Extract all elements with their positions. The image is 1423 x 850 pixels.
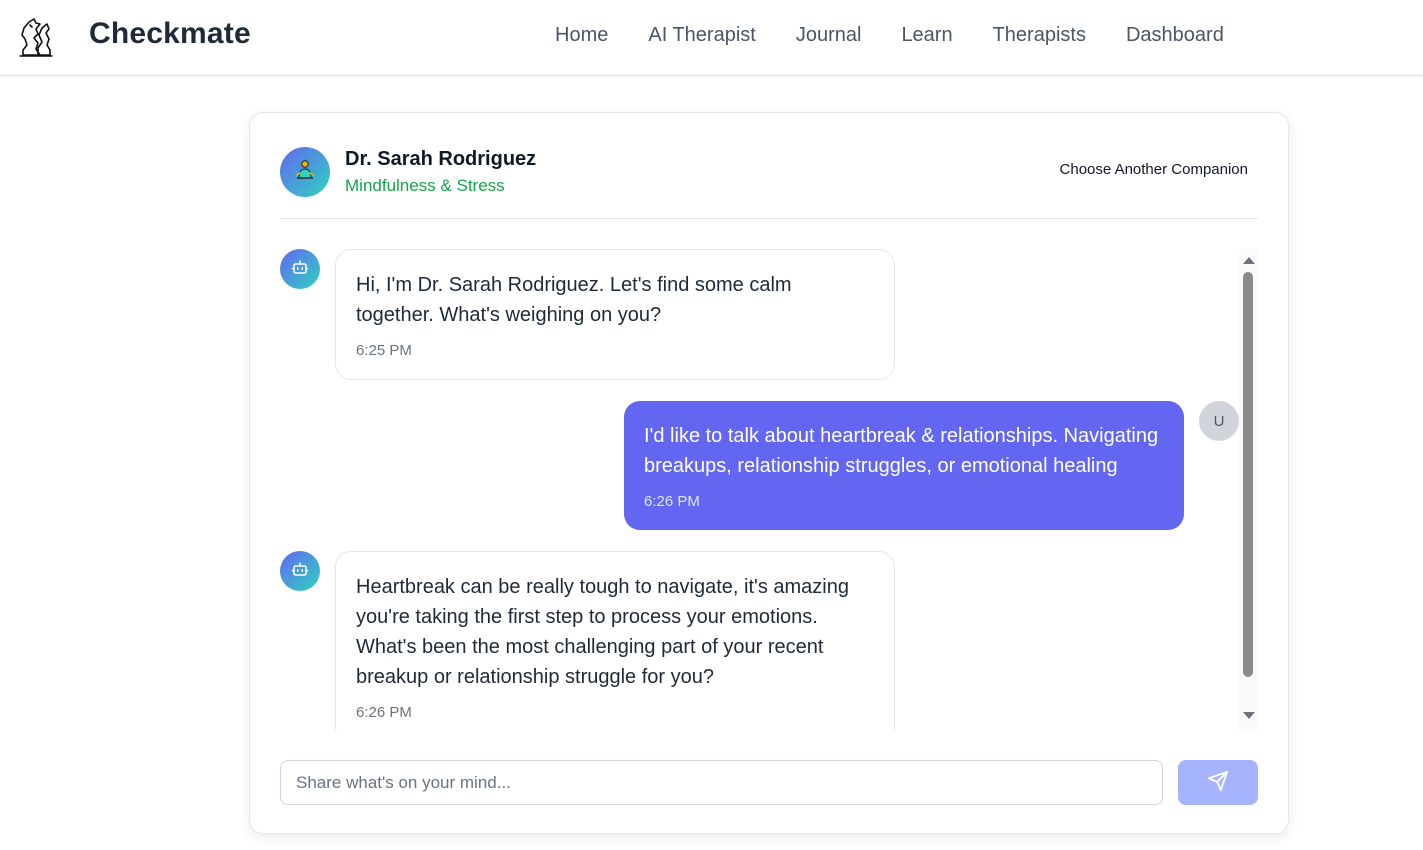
- nav-dashboard[interactable]: Dashboard: [1126, 24, 1224, 47]
- robot-icon: [291, 258, 309, 281]
- message-list[interactable]: Hi, I'm Dr. Sarah Rodriguez. Let's find …: [280, 249, 1258, 731]
- message-scrollbar[interactable]: [1239, 249, 1258, 731]
- send-icon: [1207, 770, 1229, 795]
- message-time: 6:25 PM: [356, 342, 412, 359]
- message-text: I'd like to talk about heartbreak & rela…: [644, 425, 1159, 477]
- robot-icon: [291, 560, 309, 583]
- companion-avatar: [280, 147, 330, 197]
- message-time: 6:26 PM: [644, 493, 700, 510]
- chat-card: Dr. Sarah Rodriguez Mindfulness & Stress…: [249, 112, 1289, 834]
- nav-home[interactable]: Home: [555, 24, 608, 47]
- message-text: Hi, I'm Dr. Sarah Rodriguez. Let's find …: [356, 274, 792, 326]
- user-avatar: U: [1199, 401, 1239, 441]
- bot-message: Heartbreak can be really tough to naviga…: [335, 551, 895, 731]
- nav-therapists[interactable]: Therapists: [993, 24, 1086, 47]
- brand-name[interactable]: Checkmate: [89, 17, 251, 51]
- companion-name: Dr. Sarah Rodriguez: [345, 148, 537, 170]
- message-input[interactable]: [280, 760, 1163, 805]
- meditation-icon: [293, 158, 317, 187]
- nav-learn[interactable]: Learn: [901, 24, 952, 47]
- scroll-down-arrow-icon[interactable]: [1243, 712, 1255, 719]
- bot-avatar: [280, 249, 320, 289]
- message-time: 6:26 PM: [356, 704, 412, 721]
- chess-knight-logo-icon[interactable]: [16, 15, 54, 59]
- message-text: Heartbreak can be really tough to naviga…: [356, 576, 849, 688]
- scrollbar-thumb[interactable]: [1243, 272, 1253, 677]
- user-message: I'd like to talk about heartbreak & rela…: [624, 401, 1184, 530]
- choose-another-companion-button[interactable]: Choose Another Companion: [1060, 161, 1248, 178]
- bot-message: Hi, I'm Dr. Sarah Rodriguez. Let's find …: [335, 249, 895, 380]
- companion-header: Dr. Sarah Rodriguez Mindfulness & Stress…: [280, 143, 1258, 219]
- main-nav: Home AI Therapist Journal Learn Therapis…: [555, 24, 1264, 47]
- top-navbar: Checkmate Home AI Therapist Journal Lear…: [0, 0, 1423, 76]
- send-button[interactable]: [1178, 760, 1258, 805]
- nav-ai-therapist[interactable]: AI Therapist: [648, 24, 755, 47]
- nav-journal[interactable]: Journal: [796, 24, 862, 47]
- bot-avatar: [280, 551, 320, 591]
- scroll-up-arrow-icon[interactable]: [1243, 257, 1255, 264]
- companion-specialty: Mindfulness & Stress: [345, 176, 505, 195]
